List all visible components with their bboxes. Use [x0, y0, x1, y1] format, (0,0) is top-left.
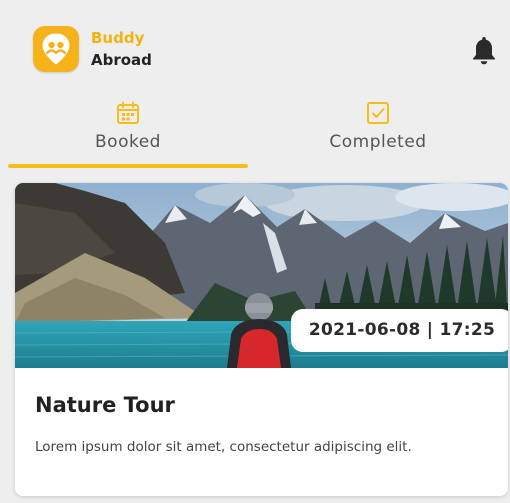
logo-text-buddy: Buddy [91, 29, 145, 47]
tab-booked[interactable]: Booked [8, 92, 248, 168]
booking-title: Nature Tour [35, 393, 175, 417]
booking-description: Lorem ipsum dolor sit amet, consectetur … [35, 439, 412, 455]
mountain-lake-hiker-photo: 2021-06-08 | 17:25 [15, 183, 508, 368]
booking-datetime-badge: 2021-06-08 | 17:25 [291, 309, 508, 352]
tab-completed-label: Completed [329, 132, 427, 152]
calendar-icon [115, 100, 141, 126]
checkbox-icon [365, 100, 391, 126]
logo-text-abroad: Abroad [91, 51, 152, 69]
tab-booked-label: Booked [95, 132, 161, 152]
app-screen: Buddy Abroad Booked Completed 2021-06-08… [0, 0, 510, 503]
booking-tabs: Booked Completed [8, 92, 502, 170]
active-tab-indicator [8, 164, 248, 168]
booking-card[interactable]: 2021-06-08 | 17:25 Nature Tour Lorem ips… [15, 183, 508, 496]
buddy-abroad-logo-icon [33, 26, 79, 72]
tab-completed[interactable]: Completed [258, 92, 498, 166]
bell-icon[interactable] [470, 34, 498, 66]
app-header: Buddy Abroad [0, 0, 510, 92]
